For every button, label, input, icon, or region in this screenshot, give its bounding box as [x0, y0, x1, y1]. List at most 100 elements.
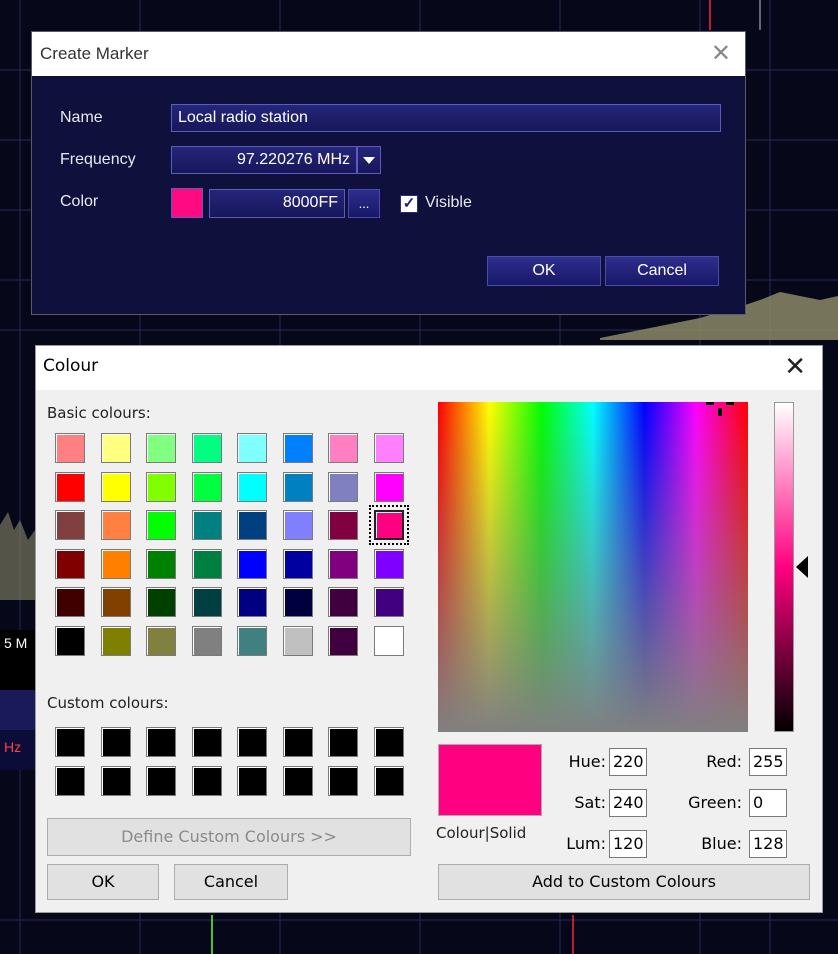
colour-solid-label: Colour|Solid: [436, 824, 527, 842]
basic-colour-swatch[interactable]: [146, 471, 176, 502]
custom-colour-swatch[interactable]: [282, 727, 313, 757]
visible-checkbox[interactable]: ✓: [400, 195, 418, 213]
colour-dialog-title: Colour: [43, 356, 99, 376]
custom-colour-swatch[interactable]: [191, 727, 222, 757]
color-hex-input[interactable]: 8000FF: [209, 189, 345, 218]
colour-cancel-button[interactable]: Cancel: [174, 864, 288, 900]
basic-colour-swatch[interactable]: [100, 587, 131, 617]
basic-colour-swatch[interactable]: [146, 433, 176, 463]
custom-colour-swatch[interactable]: [328, 727, 358, 757]
custom-colour-swatch[interactable]: [373, 765, 404, 796]
basic-colour-swatch[interactable]: [55, 548, 85, 579]
basic-colour-swatch[interactable]: [55, 471, 85, 502]
red-label: Red:: [706, 752, 742, 771]
basic-colour-swatch[interactable]: [373, 548, 404, 579]
basic-colour-swatch[interactable]: [237, 510, 267, 540]
basic-colour-swatch[interactable]: [282, 625, 313, 656]
basic-colour-swatch[interactable]: [55, 587, 85, 617]
basic-colour-swatch[interactable]: [237, 471, 267, 502]
basic-colour-swatch[interactable]: [100, 625, 131, 656]
basic-colour-swatch[interactable]: [55, 510, 85, 540]
custom-colour-swatch[interactable]: [328, 765, 358, 796]
frequency-label: Frequency: [60, 151, 136, 168]
basic-colour-swatch[interactable]: [282, 548, 313, 579]
ok-button[interactable]: OK: [487, 256, 601, 286]
basic-colour-swatch[interactable]: [328, 471, 358, 502]
close-icon[interactable]: ✕: [784, 352, 806, 382]
basic-colour-swatch[interactable]: [328, 587, 358, 617]
basic-colour-swatch[interactable]: [373, 587, 404, 617]
green-input[interactable]: 0: [749, 789, 787, 817]
visible-label: Visible: [425, 194, 472, 211]
basic-colour-swatch[interactable]: [191, 510, 222, 540]
basic-colour-swatch[interactable]: [373, 471, 404, 502]
basic-colour-swatch[interactable]: [191, 433, 222, 463]
basic-colour-swatch[interactable]: [237, 433, 267, 463]
basic-colour-swatch[interactable]: [55, 625, 85, 656]
blue-label: Blue:: [701, 834, 742, 853]
basic-colour-swatch[interactable]: [146, 587, 176, 617]
chevron-down-icon: [363, 157, 375, 164]
basic-colour-swatch[interactable]: [373, 433, 404, 463]
blue-input[interactable]: 128: [749, 830, 787, 858]
custom-colour-swatch[interactable]: [191, 765, 222, 796]
define-custom-colours-button[interactable]: Define Custom Colours >>: [47, 818, 411, 856]
basic-colour-swatch[interactable]: [191, 548, 222, 579]
freq-tick-fragment: 5 M: [4, 635, 27, 651]
sat-input[interactable]: 240: [609, 789, 647, 817]
custom-colour-swatch[interactable]: [55, 765, 85, 796]
basic-colour-swatch[interactable]: [237, 625, 267, 656]
custom-colour-swatch[interactable]: [237, 727, 267, 757]
hue-input[interactable]: 220: [609, 748, 647, 776]
basic-colour-swatch[interactable]: [191, 587, 222, 617]
custom-colour-swatch[interactable]: [146, 765, 176, 796]
lum-input[interactable]: 120: [609, 830, 647, 858]
freq-tick-fragment-2: Hz: [4, 739, 21, 755]
basic-colour-swatch[interactable]: [237, 548, 267, 579]
basic-colour-swatch[interactable]: [282, 510, 313, 540]
add-to-custom-colours-button[interactable]: Add to Custom Colours: [438, 864, 810, 900]
basic-colour-swatch[interactable]: [328, 510, 358, 540]
close-icon[interactable]: ✕: [711, 40, 731, 68]
marker-titlebar: Create Marker ✕: [32, 32, 745, 76]
color-browse-button[interactable]: ...: [348, 189, 380, 218]
custom-colour-swatch[interactable]: [237, 765, 267, 796]
colour-spectrum-picker[interactable]: [438, 402, 748, 732]
basic-colour-swatch[interactable]: [373, 625, 404, 656]
basic-colour-swatch[interactable]: [328, 548, 358, 579]
basic-colour-swatch[interactable]: [100, 471, 131, 502]
basic-colour-swatch[interactable]: [100, 510, 131, 540]
custom-colour-swatch[interactable]: [100, 765, 131, 796]
color-swatch[interactable]: [171, 188, 203, 218]
custom-colour-swatch[interactable]: [100, 727, 131, 757]
basic-colours-label: Basic colours:: [47, 404, 151, 422]
basic-colour-swatch[interactable]: [100, 433, 131, 463]
basic-colour-swatch[interactable]: [282, 471, 313, 502]
cancel-button[interactable]: Cancel: [605, 256, 719, 286]
custom-colour-swatch[interactable]: [146, 727, 176, 757]
custom-colour-swatch[interactable]: [373, 727, 404, 757]
basic-colour-swatch[interactable]: [282, 587, 313, 617]
basic-colour-swatch[interactable]: [328, 433, 358, 463]
basic-colour-swatch[interactable]: [191, 471, 222, 502]
basic-colour-swatch[interactable]: [328, 625, 358, 656]
basic-colour-swatch[interactable]: [146, 510, 176, 540]
basic-colour-swatch[interactable]: [146, 548, 176, 579]
custom-colour-swatch[interactable]: [282, 765, 313, 796]
basic-colour-swatch[interactable]: [191, 625, 222, 656]
basic-colour-swatch[interactable]: [368, 505, 409, 545]
red-input[interactable]: 255: [749, 748, 787, 776]
basic-colour-swatch[interactable]: [282, 433, 313, 463]
custom-colour-swatch[interactable]: [55, 727, 85, 757]
basic-colour-swatch[interactable]: [55, 433, 85, 463]
luminance-pointer-icon[interactable]: [796, 556, 810, 578]
frequency-dropdown-button[interactable]: [357, 146, 381, 174]
frequency-input[interactable]: 97.220276 MHz: [171, 146, 357, 174]
luminance-slider[interactable]: [774, 402, 794, 732]
basic-colour-swatch[interactable]: [146, 625, 176, 656]
name-label: Name: [60, 109, 103, 126]
colour-ok-button[interactable]: OK: [47, 864, 159, 900]
basic-colour-swatch[interactable]: [237, 587, 267, 617]
name-input[interactable]: Local radio station: [171, 104, 721, 132]
basic-colour-swatch[interactable]: [100, 548, 131, 579]
